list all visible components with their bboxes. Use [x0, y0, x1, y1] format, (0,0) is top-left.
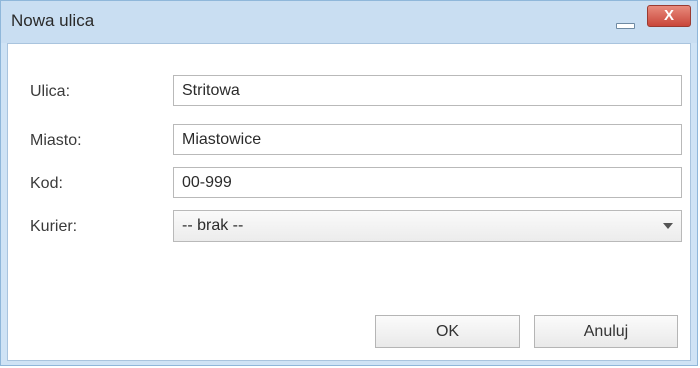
city-input[interactable]: Miastowice [173, 124, 682, 155]
minimize-bar [616, 23, 635, 29]
title-bar[interactable]: Nowa ulica X [1, 1, 697, 43]
street-input[interactable]: Stritowa [173, 75, 682, 106]
close-icon[interactable]: X [647, 5, 691, 27]
courier-row: Kurier: -- brak -- [8, 210, 692, 244]
dialog-window: Nowa ulica X Ulica: Stritowa Miasto: Mia… [0, 0, 698, 366]
form-panel: Ulica: Stritowa Miasto: Miastowice Kod: … [7, 43, 691, 361]
street-row: Ulica: Stritowa [8, 75, 692, 109]
ok-button[interactable]: OK [375, 315, 520, 348]
postal-code-label: Kod: [30, 175, 63, 192]
postal-code-row: Kod: 00-999 [8, 167, 692, 201]
courier-select[interactable]: -- brak -- [173, 210, 682, 242]
city-row: Miasto: Miastowice [8, 124, 692, 158]
courier-selected-value: -- brak -- [182, 217, 244, 234]
chevron-down-icon[interactable] [663, 223, 673, 229]
postal-code-input[interactable]: 00-999 [173, 167, 682, 198]
city-label: Miasto: [30, 132, 82, 149]
minimize-icon[interactable] [612, 11, 638, 31]
courier-label: Kurier: [30, 218, 78, 235]
cancel-button[interactable]: Anuluj [534, 315, 678, 348]
window-title: Nowa ulica [11, 11, 95, 30]
street-label: Ulica: [30, 83, 71, 100]
